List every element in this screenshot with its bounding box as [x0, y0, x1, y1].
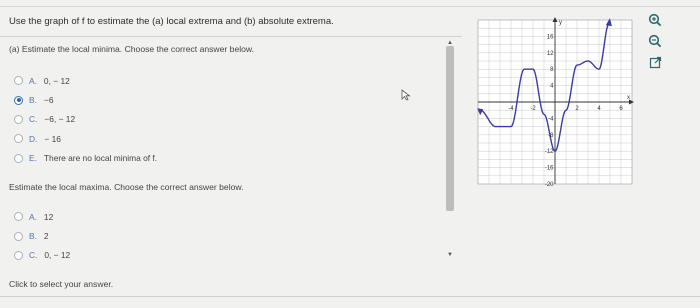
y-tick-label: -16	[545, 166, 554, 172]
y-tick-label: 16	[547, 34, 554, 40]
radio-button[interactable]	[14, 134, 23, 144]
y-tick-label: -20	[545, 182, 554, 188]
scroll-down-icon[interactable]: ▼	[447, 252, 453, 258]
radio-button[interactable]	[14, 76, 23, 86]
y-tick-label: 12	[547, 51, 554, 57]
max-choice-c[interactable]: C. 0, − 12	[14, 246, 70, 265]
min-choice-d[interactable]: D. − 16	[14, 129, 157, 148]
radio-button[interactable]	[14, 212, 23, 222]
y-tick-label: -4	[548, 116, 554, 122]
y-axis-arrow	[552, 17, 558, 22]
radio-button-selected[interactable]	[14, 95, 23, 105]
y-axis-label: y	[559, 20, 562, 26]
local-maxima-choices: A. 12 B. 2 C. 0, − 12	[14, 207, 70, 265]
max-choice-b[interactable]: B. 2	[14, 226, 70, 245]
scroll-thumb[interactable]	[446, 46, 454, 211]
y-tick-label: -8	[548, 133, 554, 139]
question-divider	[0, 36, 462, 37]
radio-button[interactable]	[14, 114, 23, 124]
popout-icon[interactable]	[646, 53, 664, 71]
hint-text: Click to select your answer.	[9, 279, 114, 289]
part-a-prompt: (a) Estimate the local minima. Choose th…	[9, 44, 255, 54]
zoom-in-icon[interactable]	[646, 11, 664, 29]
top-divider	[0, 6, 700, 7]
x-tick-label: -2	[530, 106, 536, 112]
part-b-prompt: Estimate the local maxima. Choose the co…	[9, 182, 244, 192]
min-choice-b[interactable]: B. −6	[14, 90, 157, 109]
min-choice-a[interactable]: A. 0, − 12	[14, 71, 157, 90]
zoom-out-icon[interactable]	[646, 32, 664, 50]
radio-button[interactable]	[14, 153, 23, 163]
bottom-divider	[0, 296, 700, 297]
y-tick-label: -12	[545, 149, 554, 155]
radio-button[interactable]	[14, 250, 23, 260]
x-axis-label: x	[627, 95, 630, 101]
graph-tools	[646, 11, 664, 74]
local-minima-choices: A. 0, − 12 B. −6 C. −6, − 12 D. − 16 E. There…	[14, 71, 157, 168]
question-text: Use the graph of f to estimate the (a) l…	[9, 16, 334, 27]
min-choice-c[interactable]: C. −6, − 12	[14, 110, 157, 129]
radio-button[interactable]	[14, 231, 23, 241]
mouse-cursor-icon	[401, 89, 411, 101]
min-choice-e[interactable]: E. There are no local minima of f.	[14, 149, 157, 168]
function-graph: -4 -2 2 4 6 161284-4-8-12-16-20 x y	[477, 17, 634, 188]
x-tick-label: -4	[508, 106, 514, 112]
max-choice-a[interactable]: A. 12	[14, 207, 70, 226]
